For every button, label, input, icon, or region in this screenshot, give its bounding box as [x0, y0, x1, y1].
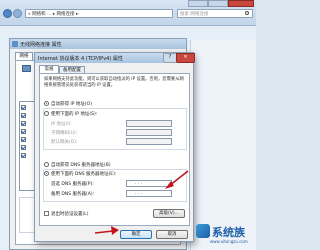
ok-arrow: [94, 226, 119, 235]
watermark-logo-icon: [196, 224, 210, 238]
dns-arrow: [165, 170, 189, 189]
watermark-url: www.xitongzu.com: [210, 239, 248, 244]
watermark: 系统族 www.xitongzu.com: [196, 222, 254, 248]
watermark-text: 系统族: [212, 226, 245, 239]
annotation-arrows: [94, 170, 189, 235]
